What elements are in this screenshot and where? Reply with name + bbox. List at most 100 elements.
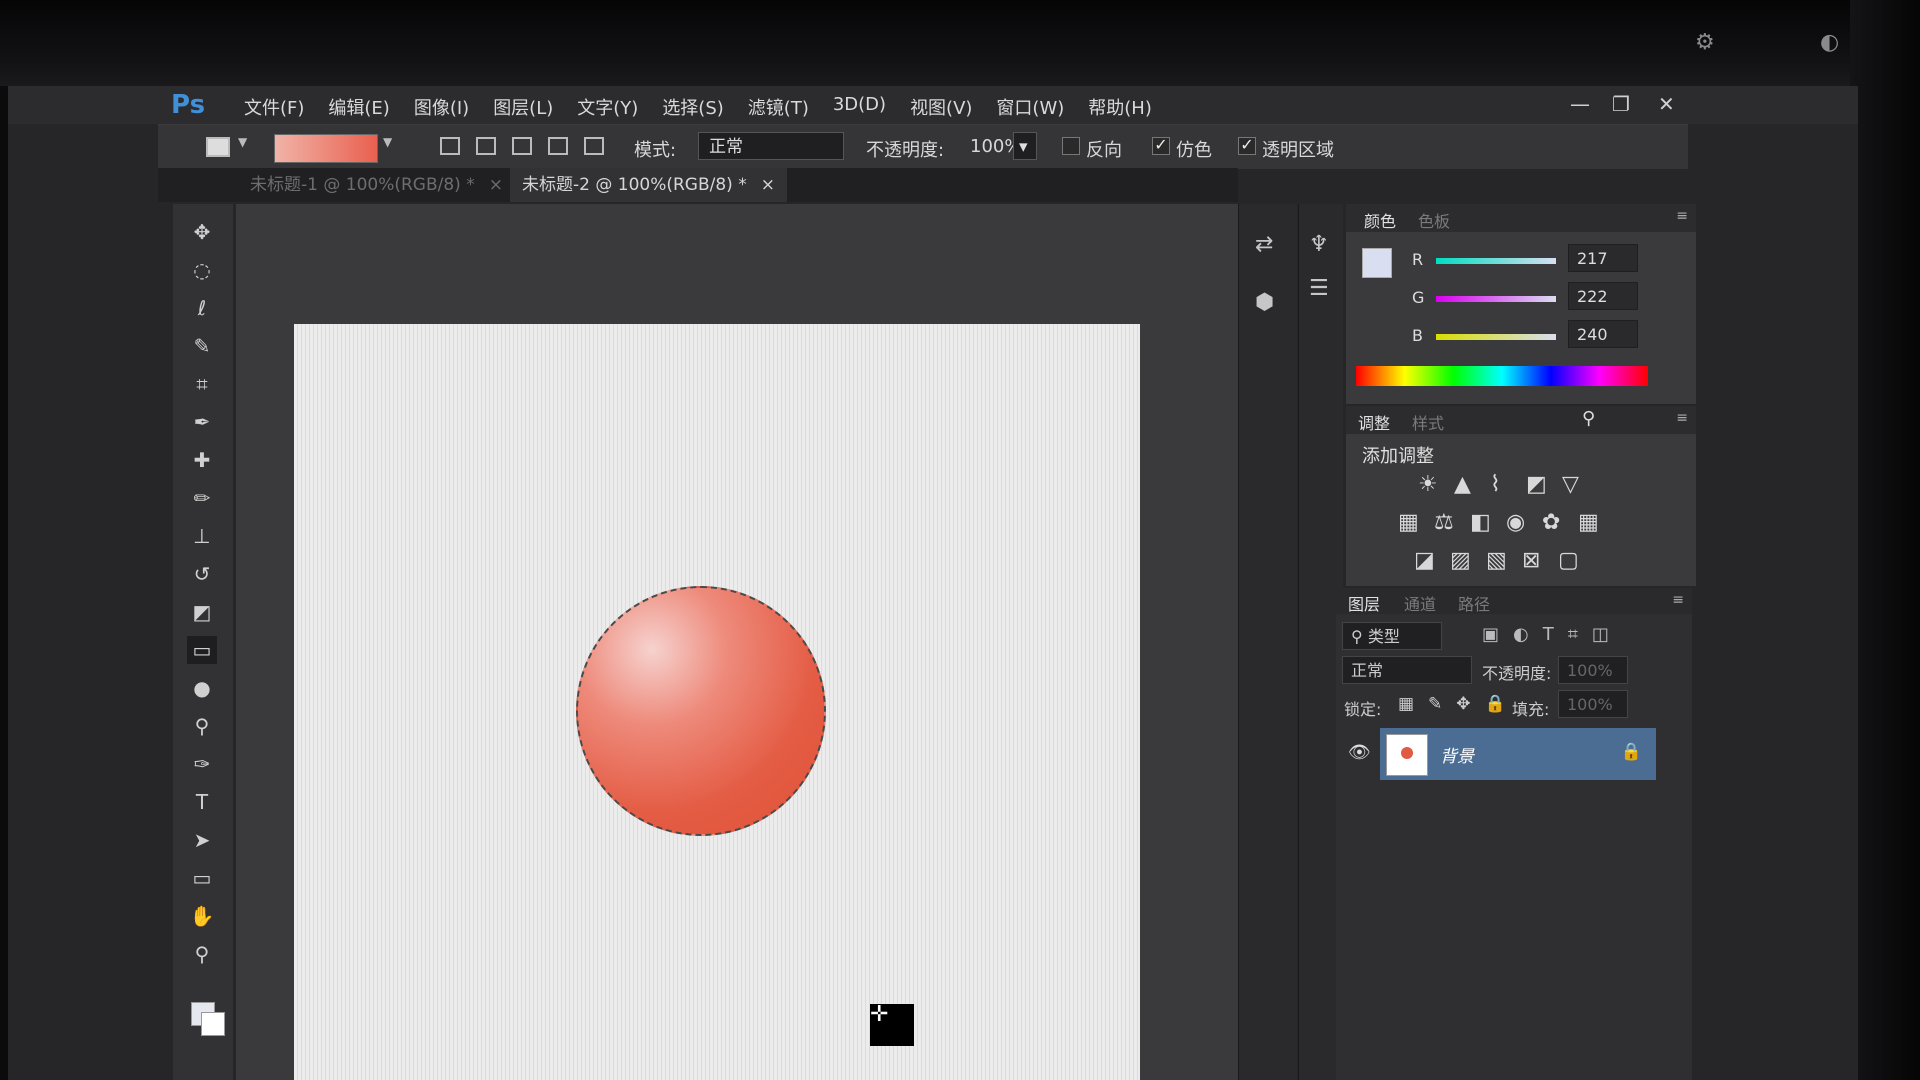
- radial-gradient-icon[interactable]: [476, 137, 496, 155]
- panel-menu-icon[interactable]: ≡: [1672, 592, 1684, 608]
- hue-saturation-icon[interactable]: ▦: [1398, 510, 1419, 535]
- lock-options-icons[interactable]: ▦✎✥🔒: [1398, 694, 1520, 714]
- gradient-picker[interactable]: [274, 134, 378, 163]
- menu-layer[interactable]: 图层(L): [481, 94, 565, 120]
- transparency-checkbox[interactable]: ✓: [1238, 137, 1256, 155]
- tab-channels[interactable]: 通道: [1404, 591, 1436, 615]
- history-brush-icon[interactable]: ↺: [187, 560, 217, 588]
- tab-untitled-1[interactable]: 未标题-1 @ 100%(RGB/8) * ×: [238, 168, 515, 202]
- visibility-eye-icon[interactable]: 👁: [1348, 742, 1371, 763]
- brush-icon[interactable]: ✏: [187, 484, 217, 512]
- menu-file[interactable]: 文件(F): [232, 94, 316, 120]
- r-slider[interactable]: [1436, 258, 1556, 264]
- pen-icon[interactable]: ✑: [187, 750, 217, 778]
- menu-edit[interactable]: 编辑(E): [316, 94, 401, 120]
- color-balance-icon[interactable]: ⚖: [1434, 510, 1454, 535]
- tab-swatches[interactable]: 色板: [1418, 208, 1450, 232]
- tool-preset-icon[interactable]: [206, 137, 230, 157]
- eraser-icon[interactable]: ◩: [187, 598, 217, 626]
- lasso-icon[interactable]: ℓ: [187, 294, 217, 322]
- r-value[interactable]: 217: [1568, 244, 1638, 272]
- properties-panel-icon[interactable]: ☰: [1309, 276, 1329, 301]
- tab-color[interactable]: 颜色: [1364, 208, 1396, 232]
- menu-image[interactable]: 图像(I): [402, 94, 481, 120]
- brightness-icon[interactable]: ☀: [1418, 472, 1438, 497]
- restore-button[interactable]: ❐: [1612, 92, 1630, 116]
- menu-select[interactable]: 选择(S): [650, 94, 735, 120]
- eyedropper-icon[interactable]: ✒: [187, 408, 217, 436]
- reverse-checkbox[interactable]: [1062, 137, 1080, 155]
- menu-filter[interactable]: 滤镜(T): [736, 94, 821, 120]
- menu-3d[interactable]: 3D(D): [821, 94, 898, 120]
- diamond-gradient-icon[interactable]: [584, 137, 604, 155]
- dither-checkbox[interactable]: ✓: [1152, 137, 1170, 155]
- ellipse-marquee-icon[interactable]: ◌: [187, 256, 217, 284]
- close-button[interactable]: ✕: [1658, 92, 1675, 116]
- type-icon[interactable]: T: [187, 788, 217, 816]
- hand-icon[interactable]: ✋: [187, 902, 217, 930]
- gradient-icon[interactable]: ▭: [187, 636, 217, 664]
- 3d-panel-icon[interactable]: ⬢: [1255, 290, 1274, 315]
- black-white-icon[interactable]: ◧: [1470, 510, 1491, 535]
- dodge-icon[interactable]: ⚲: [187, 712, 217, 740]
- close-tab-icon[interactable]: ×: [761, 175, 775, 195]
- threshold-icon[interactable]: ▧: [1486, 548, 1507, 573]
- blend-mode-select[interactable]: 正常: [1342, 656, 1472, 684]
- levels-icon[interactable]: ▲: [1454, 472, 1471, 497]
- vibrance-icon[interactable]: ▽: [1562, 472, 1579, 497]
- b-slider[interactable]: [1436, 334, 1556, 340]
- canvas[interactable]: ✛: [294, 324, 1140, 1080]
- rectangle-icon[interactable]: ▭: [187, 864, 217, 892]
- layer-filter-icons[interactable]: ▣◐T⌗◫: [1482, 624, 1623, 645]
- minimize-button[interactable]: —: [1570, 92, 1590, 116]
- foreground-swatch[interactable]: [1362, 248, 1392, 278]
- posterize-icon[interactable]: ▨: [1450, 548, 1471, 573]
- b-value[interactable]: 240: [1568, 320, 1638, 348]
- selective-color-icon[interactable]: ▢: [1558, 548, 1579, 573]
- tab-paths[interactable]: 路径: [1458, 591, 1490, 615]
- circular-selection[interactable]: [576, 586, 826, 836]
- path-select-icon[interactable]: ➤: [187, 826, 217, 854]
- reflected-gradient-icon[interactable]: [548, 137, 568, 155]
- layer-filter-select[interactable]: ⚲ 类型: [1342, 622, 1442, 650]
- chevron-down-icon[interactable]: ▾: [1013, 132, 1037, 160]
- channel-mixer-icon[interactable]: ✿: [1542, 510, 1560, 535]
- g-value[interactable]: 222: [1568, 282, 1638, 310]
- photo-filter-icon[interactable]: ◉: [1506, 510, 1525, 535]
- linear-gradient-icon[interactable]: [440, 137, 460, 155]
- fill-field[interactable]: 100%: [1558, 690, 1628, 718]
- history-panel-icon[interactable]: ⇄: [1255, 232, 1273, 257]
- menu-help[interactable]: 帮助(H): [1076, 94, 1164, 120]
- invert-icon[interactable]: ◪: [1414, 548, 1435, 573]
- brush-panel-icon[interactable]: ♆: [1309, 232, 1329, 257]
- tab-layers[interactable]: 图层: [1348, 591, 1380, 615]
- angle-gradient-icon[interactable]: [512, 137, 532, 155]
- search-icon[interactable]: ⚲: [1582, 408, 1595, 429]
- panel-menu-icon[interactable]: ≡: [1676, 208, 1688, 224]
- tab-styles[interactable]: 样式: [1412, 410, 1444, 434]
- color-spectrum[interactable]: [1356, 366, 1648, 386]
- menu-window[interactable]: 窗口(W): [984, 94, 1076, 120]
- panel-menu-icon[interactable]: ≡: [1676, 410, 1688, 426]
- g-slider[interactable]: [1436, 296, 1556, 302]
- quick-select-icon[interactable]: ✎: [187, 332, 217, 360]
- zoom-icon[interactable]: ⚲: [187, 940, 217, 968]
- chevron-down-icon[interactable]: ▼: [238, 135, 247, 149]
- clone-stamp-icon[interactable]: ⊥: [187, 522, 217, 550]
- menu-view[interactable]: 视图(V): [898, 94, 984, 120]
- tab-adjustments[interactable]: 调整: [1358, 410, 1390, 434]
- chevron-down-icon[interactable]: ▼: [383, 135, 392, 149]
- crop-icon[interactable]: ⌗: [187, 370, 217, 398]
- menu-type[interactable]: 文字(Y): [565, 94, 650, 120]
- background-color[interactable]: [201, 1012, 225, 1036]
- color-lookup-icon[interactable]: ▦: [1578, 510, 1599, 535]
- close-tab-icon[interactable]: ×: [489, 175, 503, 195]
- move-icon[interactable]: ✥: [187, 218, 217, 246]
- tab-untitled-2[interactable]: 未标题-2 @ 100%(RGB/8) * ×: [510, 168, 787, 202]
- healing-brush-icon[interactable]: ✚: [187, 446, 217, 474]
- gradient-map-icon[interactable]: ⊠: [1522, 548, 1540, 573]
- mode-select[interactable]: 正常: [698, 132, 844, 160]
- blur-icon[interactable]: ●: [187, 674, 217, 702]
- layer-opacity-field[interactable]: 100%: [1558, 656, 1628, 684]
- curves-icon[interactable]: ⌇: [1490, 472, 1501, 497]
